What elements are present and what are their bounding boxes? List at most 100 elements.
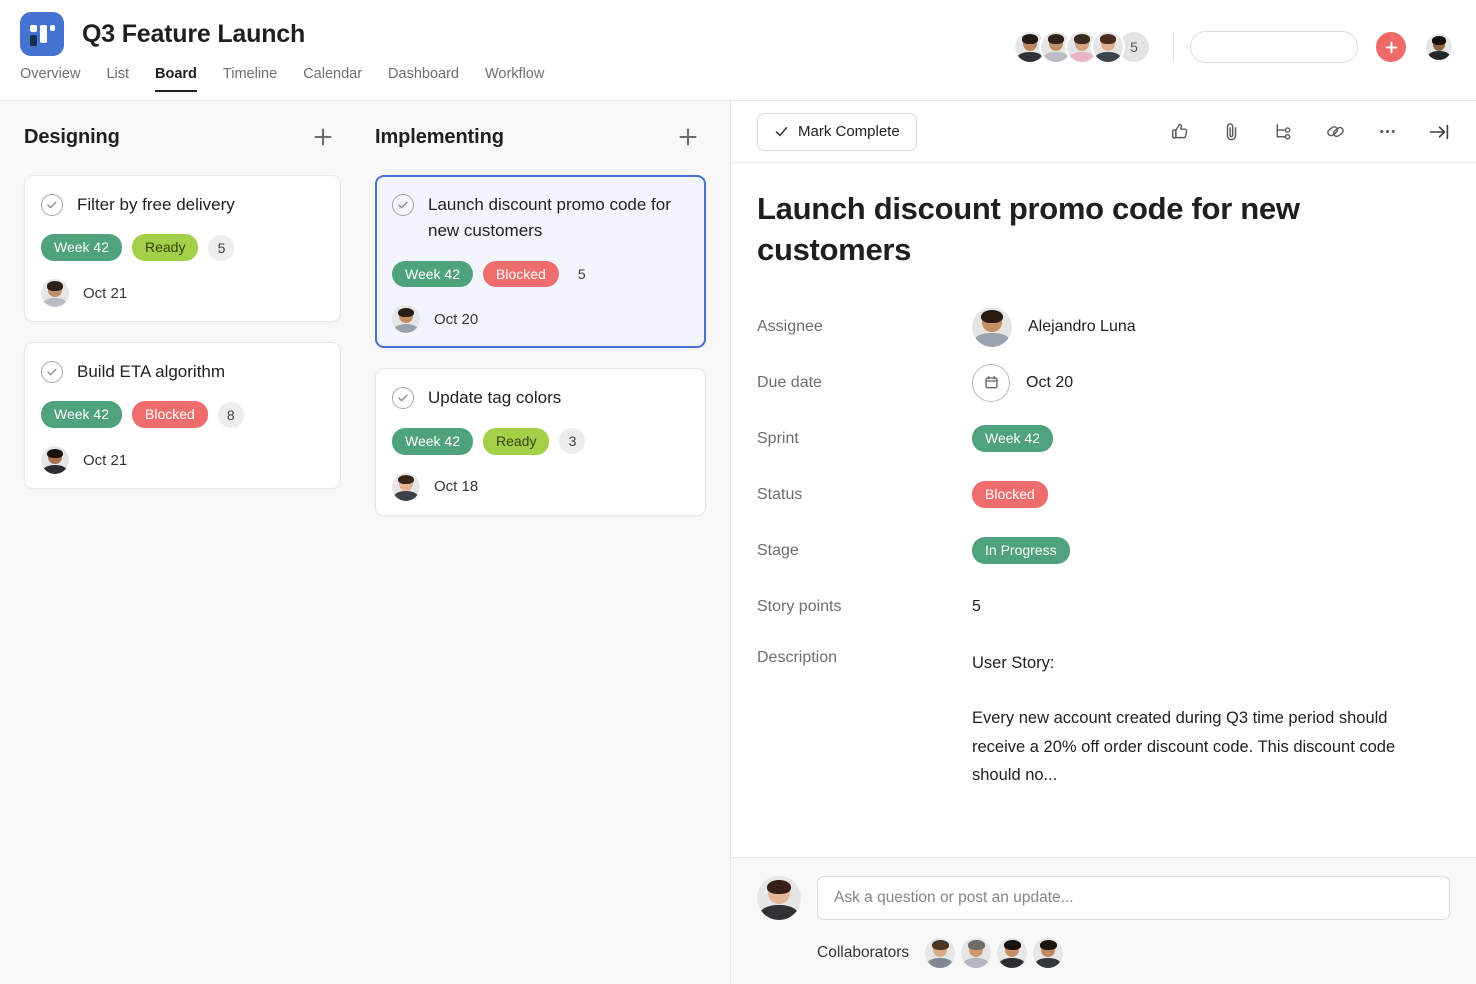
card-title: Update tag colors [428, 388, 562, 408]
task-card[interactable]: Build ETA algorithm Week 42 Blocked 8 Oc… [24, 342, 341, 490]
field-value[interactable]: In Progress [972, 537, 1070, 565]
story-points-badge: 5 [577, 266, 586, 283]
collaborators-row: Collaborators [757, 938, 1450, 968]
avatar[interactable] [972, 306, 1012, 347]
subtask-icon[interactable] [1270, 119, 1296, 145]
tag-status[interactable]: Blocked [132, 401, 208, 429]
detail-toolbar: Mark Complete [731, 101, 1476, 163]
tag-sprint[interactable]: Week 42 [41, 234, 122, 262]
field-assignee: Assignee Alejandro Luna [757, 299, 1448, 355]
sprint-pill[interactable]: Week 42 [972, 425, 1053, 453]
search-input[interactable] [1207, 39, 1383, 55]
comment-input[interactable] [817, 876, 1450, 920]
top-bar: Q3 Feature Launch Overview List Board Ti… [0, 0, 1476, 101]
tag-sprint[interactable]: Week 42 [392, 260, 473, 288]
board-column-implementing: Implementing Launch discount promo code … [365, 121, 720, 984]
card-title: Launch discount promo code for new custo… [428, 195, 671, 241]
avatar[interactable] [997, 938, 1028, 968]
due-date-value: Oct 20 [1026, 373, 1074, 391]
avatar[interactable] [1091, 30, 1125, 64]
tag-status[interactable]: Ready [483, 427, 550, 455]
main-area: Designing Filter by free delivery Week 4… [0, 101, 1476, 984]
like-icon[interactable] [1166, 119, 1192, 145]
task-card[interactable]: Filter by free delivery Week 42 Ready 5 … [24, 175, 341, 323]
field-value[interactable]: Alejandro Luna [972, 306, 1136, 347]
column-title: Designing [24, 125, 120, 148]
column-title: Implementing [375, 125, 504, 148]
complete-check-icon[interactable] [41, 361, 63, 384]
column-header: Implementing [375, 121, 706, 153]
field-value[interactable]: Blocked [972, 481, 1048, 509]
tab-list[interactable]: List [106, 66, 129, 92]
field-value[interactable]: Oct 20 [972, 363, 1074, 402]
card-header: Filter by free delivery [41, 192, 324, 218]
avatar[interactable] [392, 305, 420, 334]
field-label: Sprint [757, 429, 799, 447]
field-sprint: Sprint Week 42 [757, 411, 1448, 467]
tag-status[interactable]: Ready [132, 234, 199, 262]
tab-calendar[interactable]: Calendar [303, 66, 362, 92]
avatar[interactable] [41, 446, 69, 475]
avatar[interactable] [925, 938, 956, 968]
field-label: Stage [757, 541, 799, 559]
collapse-panel-icon[interactable] [1426, 119, 1452, 145]
tab-dashboard[interactable]: Dashboard [388, 66, 459, 92]
attachment-icon[interactable] [1218, 119, 1244, 145]
tag-status[interactable]: Blocked [483, 260, 559, 288]
board-column-designing: Designing Filter by free delivery Week 4… [0, 121, 355, 984]
avatar[interactable] [41, 279, 69, 308]
add-card-button[interactable] [309, 123, 337, 151]
field-value[interactable]: 5 [972, 598, 981, 616]
card-footer: Oct 21 [41, 279, 324, 308]
field-description: Description User Story: Every new accoun… [757, 635, 1448, 791]
avatar[interactable] [757, 876, 801, 920]
tab-workflow[interactable]: Workflow [485, 66, 544, 92]
complete-check-icon[interactable] [392, 387, 414, 410]
tab-board[interactable]: Board [155, 66, 197, 92]
tag-sprint[interactable]: Week 42 [41, 401, 122, 429]
current-user-avatar[interactable] [1424, 32, 1454, 62]
search-field[interactable] [1190, 31, 1383, 63]
avatar[interactable] [392, 472, 420, 501]
plus-icon [314, 128, 332, 146]
card-due-date: Oct 20 [434, 310, 479, 328]
stage-pill[interactable]: In Progress [972, 537, 1070, 565]
task-card[interactable]: Update tag colors Week 42 Ready 3 Oct 18 [375, 368, 706, 516]
add-card-button[interactable] [674, 123, 702, 151]
card-header: Build ETA algorithm [41, 359, 324, 385]
task-title: Launch discount promo code for new custo… [757, 191, 1300, 267]
page-title: Q3 Feature Launch [82, 19, 306, 48]
tag-sprint[interactable]: Week 42 [392, 427, 473, 455]
avatar[interactable] [961, 938, 992, 968]
card-header: Update tag colors [392, 385, 689, 411]
field-status: Status Blocked [757, 467, 1448, 523]
top-bar-right: 5 [1013, 30, 1454, 64]
complete-check-icon[interactable] [392, 194, 414, 216]
plus-icon [1385, 41, 1397, 53]
avatar[interactable] [1033, 938, 1064, 968]
card-title: Filter by free delivery [77, 195, 235, 214]
field-label: Description [757, 648, 838, 666]
add-task-button[interactable] [1376, 32, 1406, 62]
status-pill[interactable]: Blocked [972, 481, 1048, 509]
task-card-selected[interactable]: Launch discount promo code for new custo… [375, 175, 706, 349]
complete-check-icon[interactable] [41, 194, 63, 216]
link-icon[interactable] [1322, 119, 1348, 145]
mark-complete-label: Mark Complete [798, 123, 900, 140]
tab-overview[interactable]: Overview [20, 66, 80, 92]
card-footer: Oct 21 [41, 446, 324, 475]
card-title: Build ETA algorithm [77, 362, 226, 382]
column-header: Designing [24, 121, 341, 153]
member-avatar-stack[interactable]: 5 [1013, 30, 1151, 64]
field-due-date: Due date Oct 20 [757, 355, 1448, 411]
field-value[interactable]: Week 42 [972, 425, 1053, 453]
description-heading: User Story: [972, 653, 1055, 672]
description-body[interactable]: User Story: Every new account created du… [972, 649, 1417, 791]
collaborator-avatars [925, 938, 1064, 968]
story-points-badge: 5 [208, 234, 235, 261]
mark-complete-button[interactable]: Mark Complete [757, 112, 917, 151]
tab-timeline[interactable]: Timeline [223, 66, 277, 92]
brand-area: Q3 Feature Launch [20, 12, 305, 56]
description-text: Every new account created during Q3 time… [972, 708, 1396, 785]
more-options-icon[interactable] [1374, 119, 1400, 145]
